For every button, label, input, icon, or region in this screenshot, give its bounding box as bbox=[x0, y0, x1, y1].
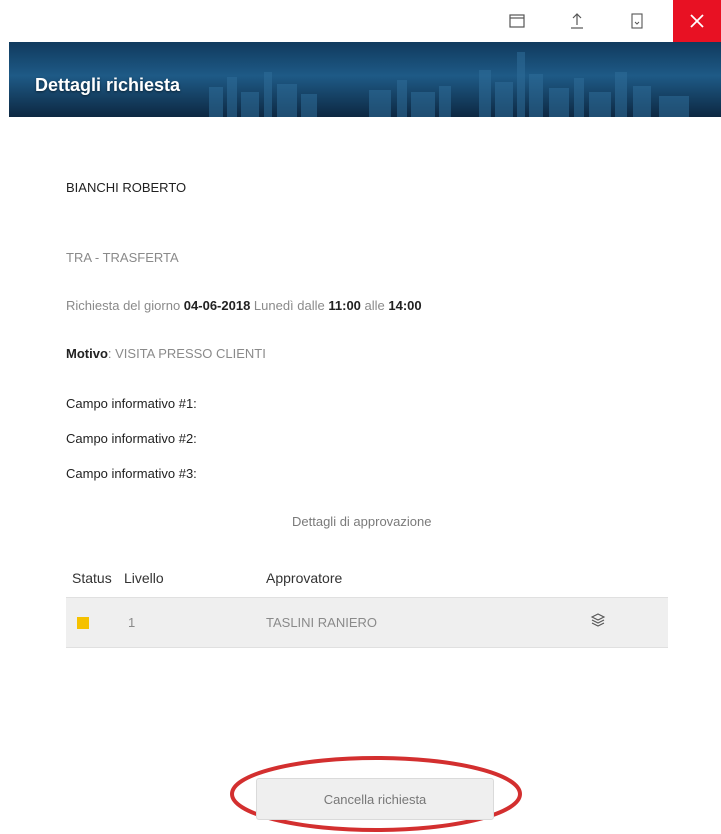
bookmark-icon[interactable] bbox=[625, 9, 649, 33]
cancel-request-button[interactable]: Cancella richiesta bbox=[256, 778, 494, 820]
info-field-2: Campo informativo #2: bbox=[66, 431, 197, 446]
time-separator: alle bbox=[360, 298, 389, 313]
employee-name: BIANCHI ROBERTO bbox=[66, 180, 187, 195]
column-header-approver: Approvatore bbox=[266, 570, 343, 586]
request-date-line: Richiesta del giorno 04-06-2018 Lunedì d… bbox=[66, 298, 422, 313]
request-type: TRA - TRASFERTA bbox=[66, 250, 179, 265]
weekday-text: Lunedì dalle bbox=[250, 298, 329, 313]
header-banner: Dettagli richiesta bbox=[9, 42, 721, 117]
motivo-value: : VISITA PRESSO CLIENTI bbox=[107, 346, 266, 361]
table-row: 1 TASLINI RANIERO bbox=[66, 597, 668, 648]
motivo-line: Motivo: VISITA PRESSO CLIENTI bbox=[66, 346, 266, 361]
motivo-label: Motivo bbox=[66, 346, 108, 361]
time-to: 14:00 bbox=[388, 298, 422, 313]
share-icon[interactable] bbox=[565, 9, 589, 33]
close-button[interactable] bbox=[673, 0, 721, 42]
level-cell: 1 bbox=[128, 615, 136, 630]
approval-section-title: Dettagli di approvazione bbox=[292, 514, 432, 529]
date-prefix: Richiesta del giorno bbox=[66, 298, 184, 313]
approver-cell: TASLINI RANIERO bbox=[266, 615, 378, 630]
request-date: 04-06-2018 bbox=[183, 298, 251, 313]
column-header-level: Livello bbox=[124, 570, 164, 586]
close-icon bbox=[690, 14, 704, 28]
column-header-status: Status bbox=[72, 570, 112, 586]
window-icon[interactable] bbox=[505, 9, 529, 33]
info-field-3: Campo informativo #3: bbox=[66, 466, 197, 481]
stack-icon[interactable] bbox=[590, 612, 606, 633]
time-from: 11:00 bbox=[328, 298, 361, 313]
info-field-1: Campo informativo #1: bbox=[66, 396, 197, 411]
page-title: Dettagli richiesta bbox=[35, 75, 181, 95]
window-titlebar bbox=[0, 0, 721, 42]
status-indicator bbox=[77, 617, 89, 629]
